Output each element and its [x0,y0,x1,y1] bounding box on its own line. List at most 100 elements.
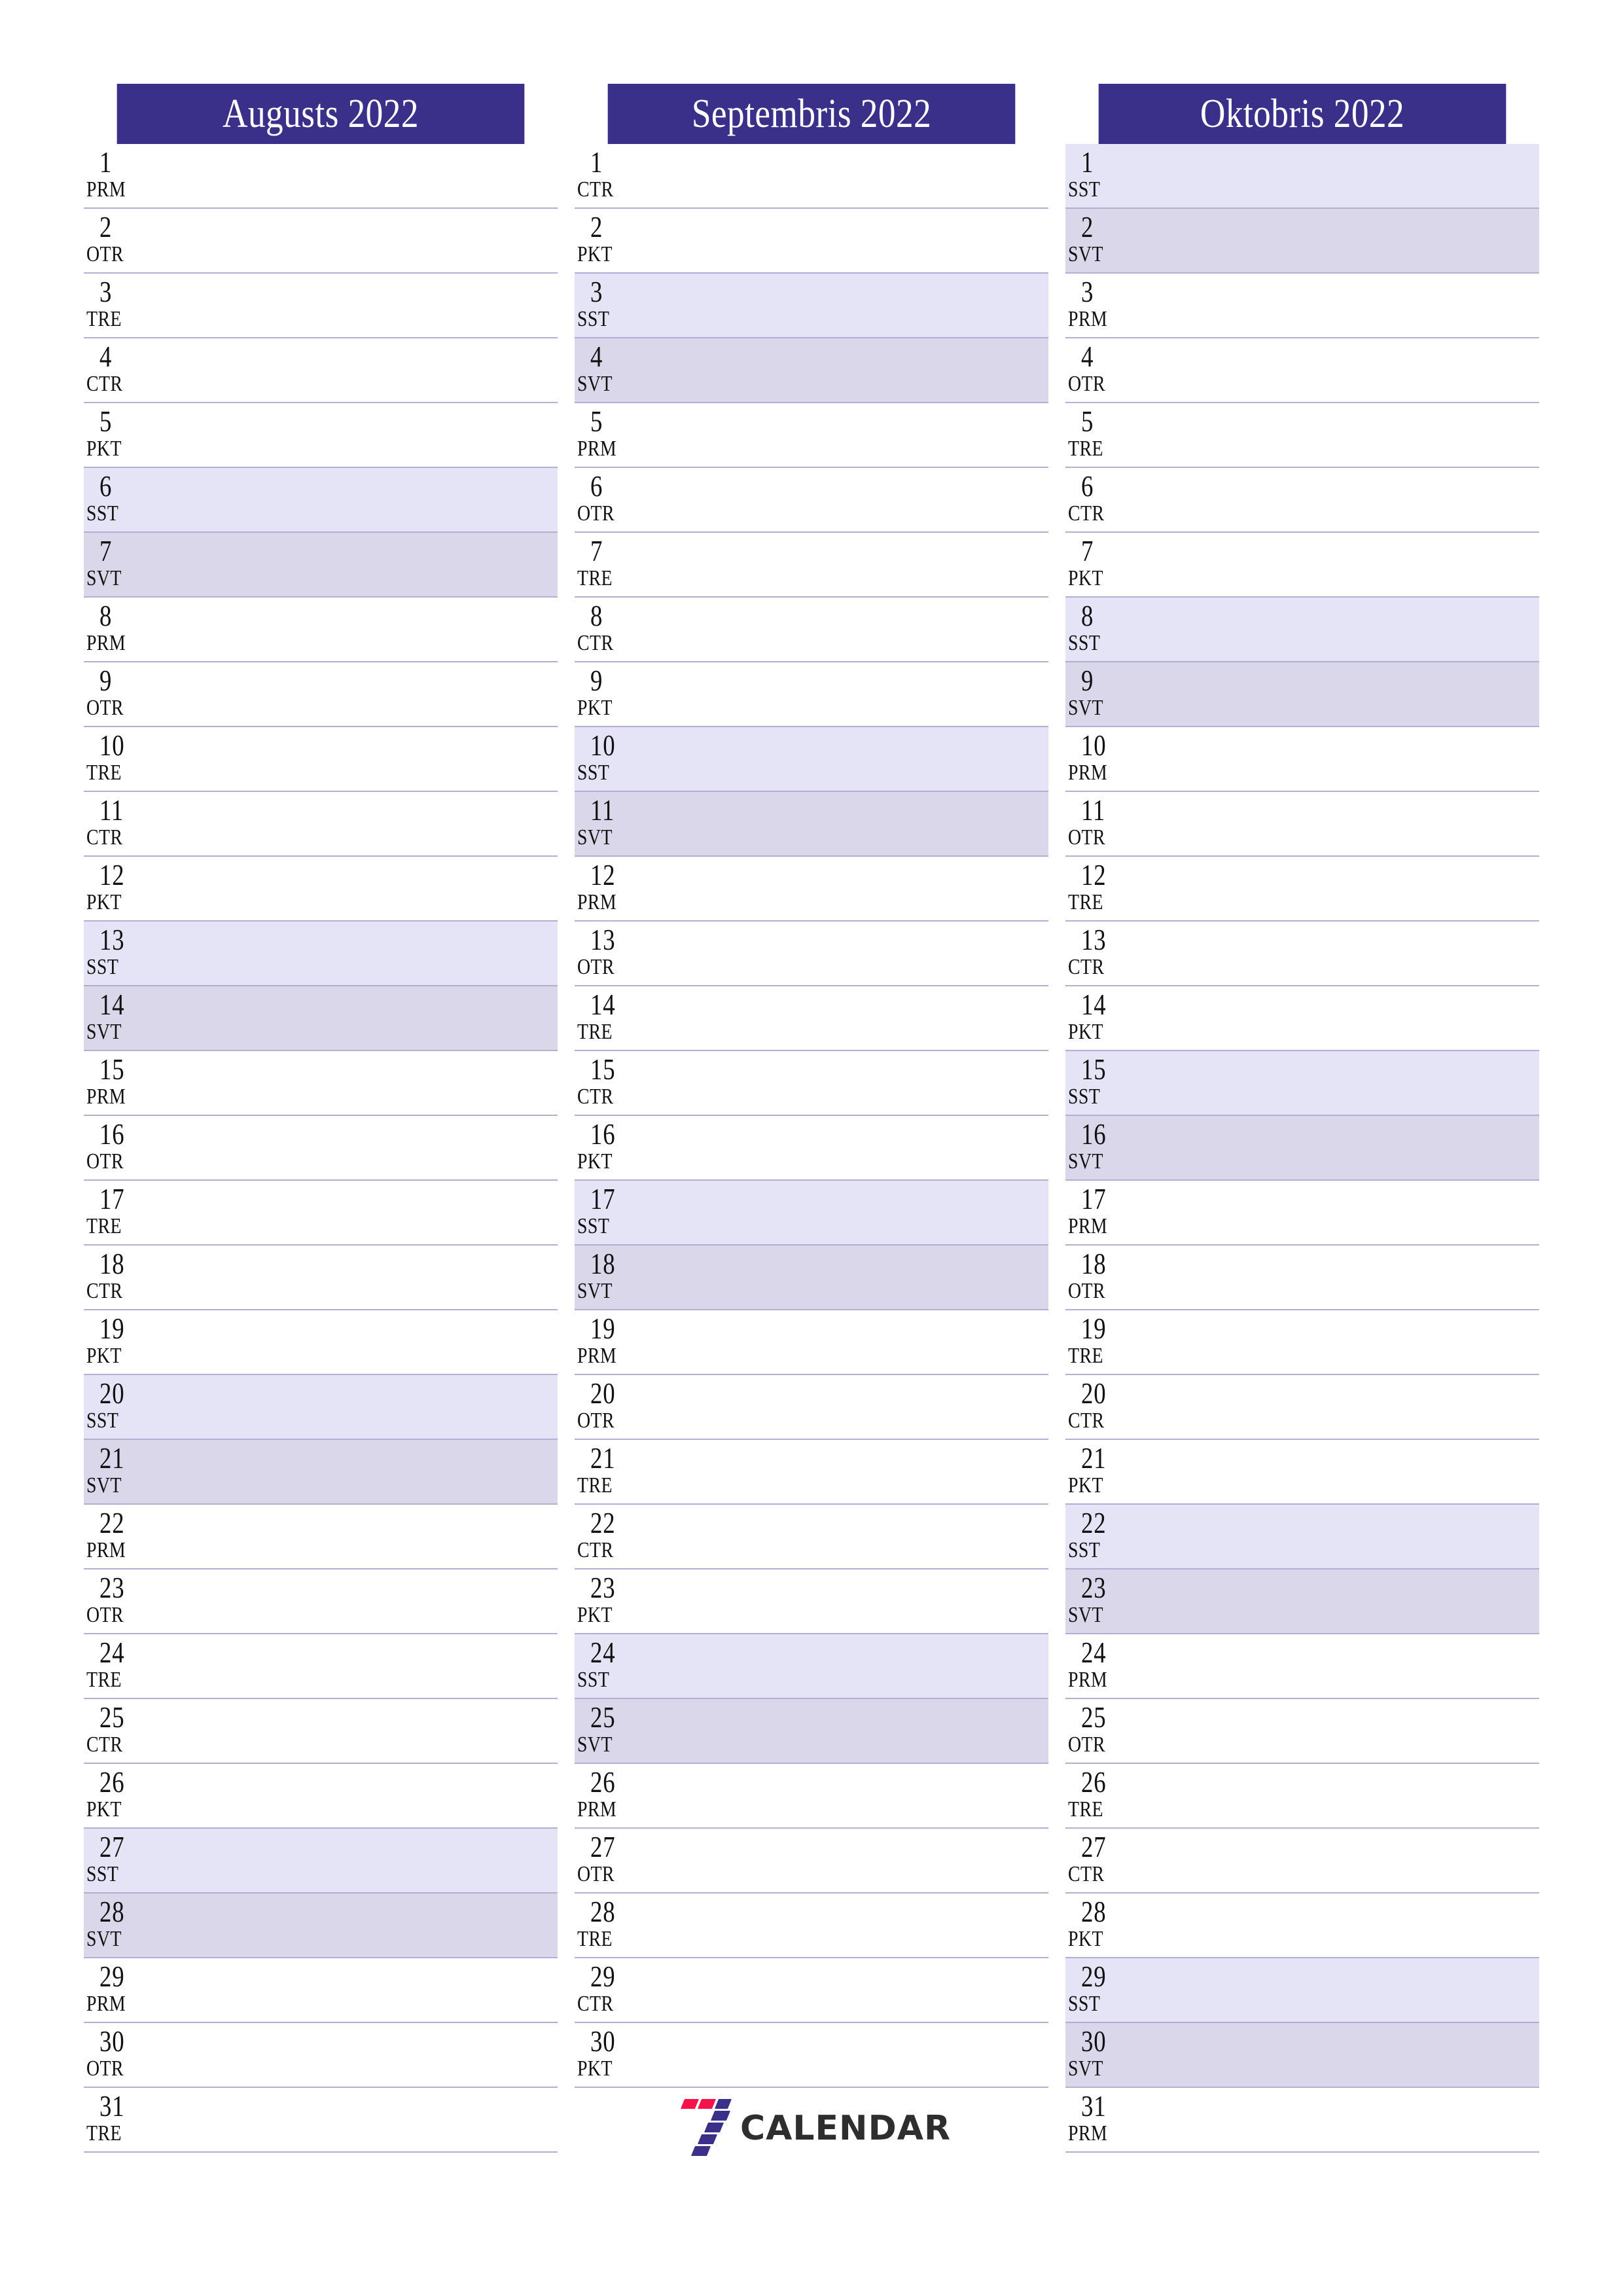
day-row[interactable]: 28 TRE [575,1893,1048,1958]
day-row[interactable]: 12 PRM [575,857,1048,922]
day-row[interactable]: 6 OTR [575,468,1048,533]
day-number: 19 [1081,1312,1107,1345]
day-row[interactable]: 5 PRM [575,403,1048,468]
day-row[interactable]: 25 SVT [575,1699,1048,1764]
day-row[interactable]: 30 OTR [84,2023,558,2088]
day-row[interactable]: 14 SVT [84,986,558,1051]
day-row[interactable]: 8 CTR [575,598,1048,662]
day-row[interactable]: 13 SST [84,922,558,986]
day-row[interactable]: 16 SVT [1065,1116,1539,1181]
day-row[interactable]: 2 PKT [575,209,1048,274]
day-row[interactable]: 16 OTR [84,1116,558,1181]
day-row[interactable]: 9 SVT [1065,662,1539,727]
day-row[interactable]: 20 OTR [575,1375,1048,1440]
day-number: 9 [99,664,113,697]
day-row[interactable]: 18 OTR [1065,1246,1539,1310]
day-row[interactable]: 7 SVT [84,533,558,598]
day-row[interactable]: 11 CTR [84,792,558,857]
day-row[interactable]: 14 TRE [575,986,1048,1051]
day-row[interactable]: 18 CTR [84,1246,558,1310]
day-row[interactable]: 1 PRM [84,144,558,209]
day-row[interactable]: 8 SST [1065,598,1539,662]
day-row[interactable]: 21 TRE [575,1440,1048,1505]
day-row[interactable]: 28 PKT [1065,1893,1539,1958]
day-weekday-label: PRM [86,1992,126,2016]
day-row[interactable]: 17 TRE [84,1181,558,1246]
day-row[interactable]: 17 PRM [1065,1181,1539,1246]
day-row[interactable]: 22 CTR [575,1505,1048,1570]
day-row[interactable]: 12 PKT [84,857,558,922]
day-row[interactable]: 27 OTR [575,1829,1048,1893]
day-row[interactable]: 29 SST [1065,1958,1539,2023]
day-row[interactable]: 26 TRE [1065,1764,1539,1829]
day-row[interactable]: 3 TRE [84,274,558,338]
day-number: 23 [590,1571,616,1604]
day-row[interactable]: 13 CTR [1065,922,1539,986]
day-row[interactable]: 24 TRE [84,1634,558,1699]
day-row[interactable]: 23 PKT [575,1570,1048,1634]
day-row[interactable]: 8 PRM [84,598,558,662]
day-row[interactable]: 5 TRE [1065,403,1539,468]
day-row[interactable]: 4 OTR [1065,338,1539,403]
day-row[interactable]: 3 SST [575,274,1048,338]
day-row[interactable]: 11 SVT [575,792,1048,857]
day-row[interactable]: 10 PRM [1065,727,1539,792]
day-row[interactable]: 16 PKT [575,1116,1048,1181]
day-row[interactable]: 23 SVT [1065,1570,1539,1634]
day-row[interactable]: 10 TRE [84,727,558,792]
day-weekday-label: OTR [86,242,124,266]
day-row[interactable]: 12 TRE [1065,857,1539,922]
day-row[interactable]: 30 SVT [1065,2023,1539,2088]
day-row[interactable]: 21 PKT [1065,1440,1539,1505]
day-row[interactable]: 31 PRM [1065,2088,1539,2153]
day-row[interactable]: 5 PKT [84,403,558,468]
day-row[interactable]: 10 SST [575,727,1048,792]
day-row[interactable]: 29 CTR [575,1958,1048,2023]
day-row[interactable]: 29 PRM [84,1958,558,2023]
day-row[interactable]: 3 PRM [1065,274,1539,338]
day-row[interactable]: 30 PKT [575,2023,1048,2088]
day-row[interactable]: 19 TRE [1065,1310,1539,1375]
day-row[interactable]: 31 TRE [84,2088,558,2153]
day-number: 5 [99,404,113,438]
day-row[interactable]: 1 CTR [575,144,1048,209]
day-number: 23 [99,1571,125,1604]
day-row[interactable]: 20 SST [84,1375,558,1440]
day-row[interactable]: 24 PRM [1065,1634,1539,1699]
day-row[interactable]: 26 PRM [575,1764,1048,1829]
day-row[interactable]: 15 SST [1065,1051,1539,1116]
day-row[interactable]: 6 SST [84,468,558,533]
day-row[interactable]: 1 SST [1065,144,1539,209]
day-row[interactable]: 6 CTR [1065,468,1539,533]
day-row[interactable]: 2 OTR [84,209,558,274]
day-row[interactable]: 9 OTR [84,662,558,727]
day-row[interactable]: 21 SVT [84,1440,558,1505]
day-row[interactable]: 4 CTR [84,338,558,403]
day-row[interactable]: 15 PRM [84,1051,558,1116]
day-row[interactable]: 4 SVT [575,338,1048,403]
day-row[interactable]: 27 SST [84,1829,558,1893]
day-row[interactable]: 22 SST [1065,1505,1539,1570]
day-row[interactable]: 20 CTR [1065,1375,1539,1440]
day-row[interactable]: 15 CTR [575,1051,1048,1116]
day-row[interactable]: 22 PRM [84,1505,558,1570]
day-row[interactable]: 2 SVT [1065,209,1539,274]
day-number: 28 [99,1895,125,1928]
day-row[interactable]: 13 OTR [575,922,1048,986]
day-row[interactable]: 7 PKT [1065,533,1539,598]
day-row[interactable]: 23 OTR [84,1570,558,1634]
day-row[interactable]: 26 PKT [84,1764,558,1829]
day-row[interactable]: 19 PKT [84,1310,558,1375]
day-row[interactable]: 25 OTR [1065,1699,1539,1764]
day-row[interactable]: 24 SST [575,1634,1048,1699]
day-row[interactable]: 18 SVT [575,1246,1048,1310]
day-row[interactable]: 19 PRM [575,1310,1048,1375]
day-row[interactable]: 14 PKT [1065,986,1539,1051]
day-row[interactable]: 11 OTR [1065,792,1539,857]
day-row[interactable]: 28 SVT [84,1893,558,1958]
day-row[interactable]: 7 TRE [575,533,1048,598]
day-row[interactable]: 25 CTR [84,1699,558,1764]
day-row[interactable]: 17 SST [575,1181,1048,1246]
day-row[interactable]: 9 PKT [575,662,1048,727]
day-row[interactable]: 27 CTR [1065,1829,1539,1893]
